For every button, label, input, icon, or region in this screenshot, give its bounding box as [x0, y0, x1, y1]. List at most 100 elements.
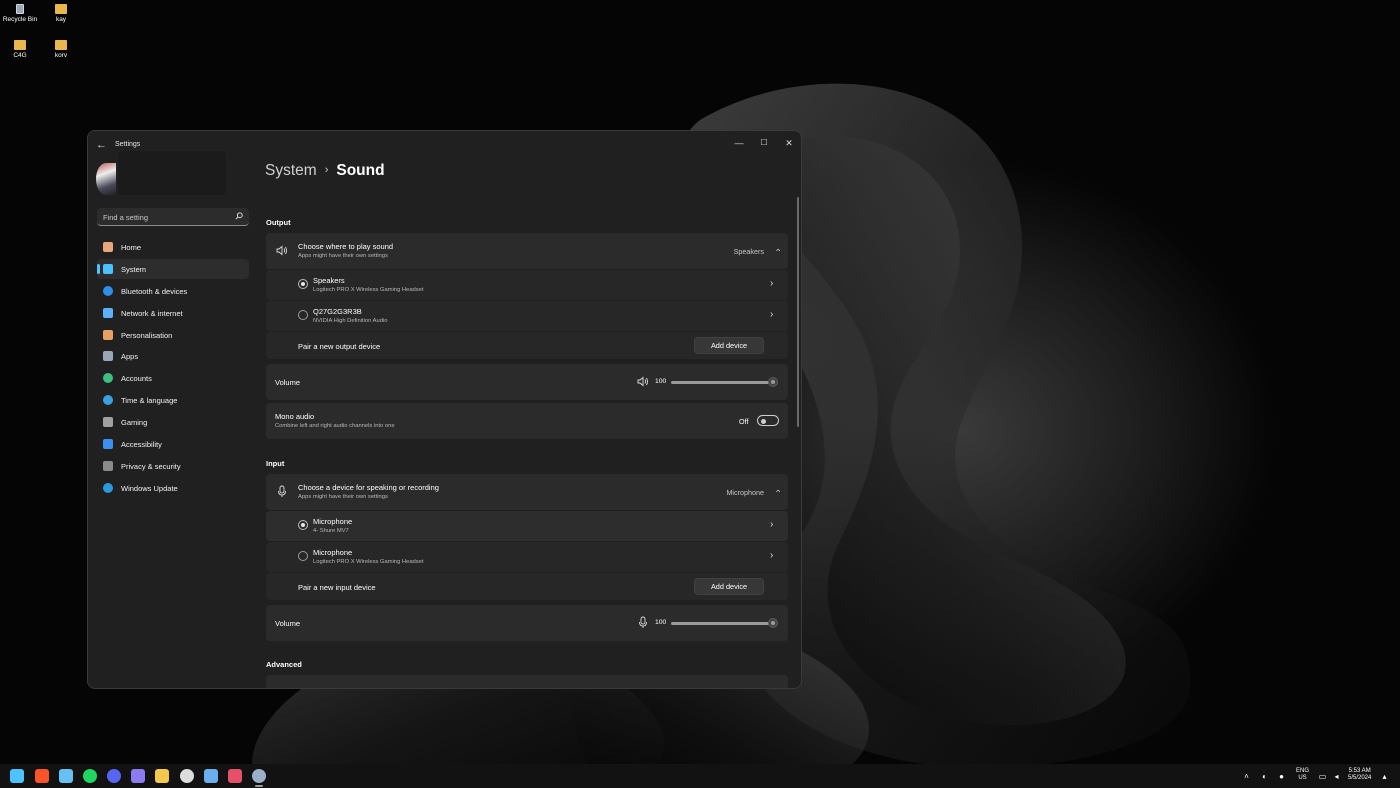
- output-device-chooser[interactable]: Choose where to play sound Apps might ha…: [266, 233, 788, 269]
- update-icon: [103, 482, 113, 493]
- speaker-icon: [276, 245, 287, 256]
- input-volume-slider[interactable]: [671, 622, 773, 625]
- clock[interactable]: 5:53 AM 5/5/2024: [1348, 768, 1371, 782]
- chevron-right-icon[interactable]: ›: [770, 551, 778, 561]
- sidebar-item-shield[interactable]: Privacy & security: [97, 456, 249, 476]
- windows-start-icon[interactable]: [10, 769, 24, 783]
- desktop-icon-recycle-bin[interactable]: Recycle Bin: [0, 4, 42, 23]
- folder-icon: [14, 40, 26, 50]
- chevron-up-icon[interactable]: ›: [773, 490, 783, 493]
- desktop-icon-kay[interactable]: kay: [39, 4, 83, 23]
- radio-monitor[interactable]: [298, 310, 308, 320]
- spotify-icon[interactable]: [83, 769, 97, 783]
- sidebar-item-gamepad[interactable]: Gaming: [97, 412, 249, 432]
- scrollbar[interactable]: [797, 197, 799, 427]
- wifi-icon: [103, 307, 113, 318]
- chevron-right-icon[interactable]: ›: [770, 279, 778, 289]
- device-detail: NVIDIA High Definition Audio: [313, 318, 388, 324]
- device-name: Q27G2G3R3B: [313, 307, 362, 316]
- microphone-tray-icon[interactable]: ●: [1277, 772, 1286, 781]
- radio-speakers[interactable]: [298, 279, 308, 289]
- desktop-icon-korv[interactable]: korv: [39, 40, 83, 59]
- network-icon[interactable]: ▭: [1318, 772, 1327, 781]
- sidebar-item-brush[interactable]: Personalisation: [97, 325, 249, 345]
- mono-audio-subtitle: Combine left and right audio channels in…: [275, 423, 395, 429]
- taskbar: ˄ ◐ ● ENG US ▭ ◂ 5:53 AM 5/5/2024 ▴: [0, 764, 1400, 788]
- sidebar-item-accessibility[interactable]: Accessibility: [97, 434, 249, 454]
- device-name: Microphone: [313, 548, 353, 557]
- input-chooser-title: Choose a device for speaking or recordin…: [298, 483, 439, 492]
- mail-icon[interactable]: [131, 769, 145, 783]
- discord-icon[interactable]: [107, 769, 121, 783]
- input-volume-thumb[interactable]: [768, 618, 778, 628]
- desktop-icon-label: kay: [55, 16, 67, 23]
- pair-input-label: Pair a new input device: [298, 583, 376, 592]
- sidebar-item-wifi[interactable]: Network & internet: [97, 303, 249, 323]
- notepad-icon[interactable]: [204, 769, 218, 783]
- chevron-right-icon[interactable]: ›: [770, 520, 778, 530]
- back-arrow-icon[interactable]: ←: [96, 139, 108, 151]
- mono-audio-title: Mono audio: [275, 412, 315, 421]
- sidebar-item-label: Time & language: [121, 396, 178, 406]
- breadcrumb: System › Sound: [265, 162, 385, 180]
- chevron-right-icon[interactable]: ›: [770, 310, 778, 320]
- output-device-speakers[interactable]: Speakers Logitech PRO X Wireless Gaming …: [266, 270, 788, 300]
- device-name: Speakers: [313, 276, 345, 285]
- close-button[interactable]: ✕: [779, 135, 799, 151]
- input-device-chooser[interactable]: Choose a device for speaking or recordin…: [266, 474, 788, 510]
- search-box[interactable]: [97, 208, 249, 226]
- output-device-monitor[interactable]: Q27G2G3R3B NVIDIA High Definition Audio …: [266, 301, 788, 331]
- microphone-volume-icon[interactable]: [638, 616, 648, 629]
- sidebar-item-globe[interactable]: Time & language: [97, 390, 249, 410]
- breadcrumb-parent[interactable]: System: [265, 162, 317, 179]
- mono-audio-row: Mono audio Combine left and right audio …: [266, 403, 788, 439]
- recycle-bin-icon: [16, 4, 24, 14]
- advanced-heading: Advanced: [266, 660, 302, 669]
- output-volume-thumb[interactable]: [768, 377, 778, 387]
- snipping-icon[interactable]: [228, 769, 242, 783]
- maximize-button[interactable]: ☐: [754, 135, 774, 151]
- brush-icon: [103, 329, 113, 340]
- sidebar-item-bluetooth[interactable]: Bluetooth & devices: [97, 281, 249, 301]
- sidebar-item-home[interactable]: Home: [97, 237, 249, 257]
- chevron-up-icon[interactable]: ˄: [1242, 772, 1251, 781]
- sidebar-item-accounts[interactable]: Accounts: [97, 368, 249, 388]
- user-profile[interactable]: [96, 151, 226, 195]
- output-volume-row: Volume 100: [266, 364, 788, 400]
- volume-tray-icon[interactable]: ◂: [1332, 772, 1341, 781]
- microphone-icon: [278, 485, 286, 497]
- steam-icon[interactable]: [59, 769, 73, 783]
- input-device-shure[interactable]: Microphone 4- Shure MV7 ›: [266, 511, 788, 541]
- radio-headset[interactable]: [298, 551, 308, 561]
- home-icon: [103, 242, 113, 252]
- mono-audio-toggle[interactable]: [757, 415, 779, 426]
- add-input-device-button[interactable]: Add device: [694, 578, 764, 595]
- chevron-up-icon[interactable]: ›: [773, 249, 783, 252]
- system-icon: [103, 263, 113, 274]
- advanced-row-partial[interactable]: [266, 675, 788, 688]
- active-app-indicator: [255, 785, 263, 787]
- sidebar-item-system[interactable]: System: [97, 258, 249, 279]
- speaker-volume-icon[interactable]: [637, 376, 649, 387]
- add-output-device-button[interactable]: Add device: [694, 337, 764, 354]
- search-input[interactable]: [103, 211, 228, 223]
- steam-tray-icon[interactable]: ◐: [1260, 772, 1269, 781]
- accessibility-icon: [103, 439, 113, 450]
- sidebar-item-label: Accounts: [121, 374, 152, 384]
- sidebar-item-apps[interactable]: Apps: [97, 346, 249, 366]
- folder-icon: [55, 40, 67, 50]
- input-device-headset[interactable]: Microphone Logitech PRO X Wireless Gamin…: [266, 542, 788, 572]
- language-indicator[interactable]: ENG US: [1296, 768, 1309, 782]
- desktop-icon-c4g[interactable]: C4G: [0, 40, 42, 59]
- obs-icon[interactable]: [180, 769, 194, 783]
- radio-shure[interactable]: [298, 520, 308, 530]
- sidebar-item-label: Accessibility: [121, 440, 162, 450]
- notification-bell-icon[interactable]: ▴: [1380, 772, 1389, 781]
- file-explorer-icon[interactable]: [155, 769, 169, 783]
- minimize-button[interactable]: —: [729, 135, 749, 151]
- sidebar-item-update[interactable]: Windows Update: [97, 478, 249, 498]
- brave-icon[interactable]: [35, 769, 49, 783]
- output-volume-slider[interactable]: [671, 381, 773, 384]
- sidebar-item-label: Privacy & security: [121, 461, 181, 471]
- settings-icon[interactable]: [252, 769, 266, 783]
